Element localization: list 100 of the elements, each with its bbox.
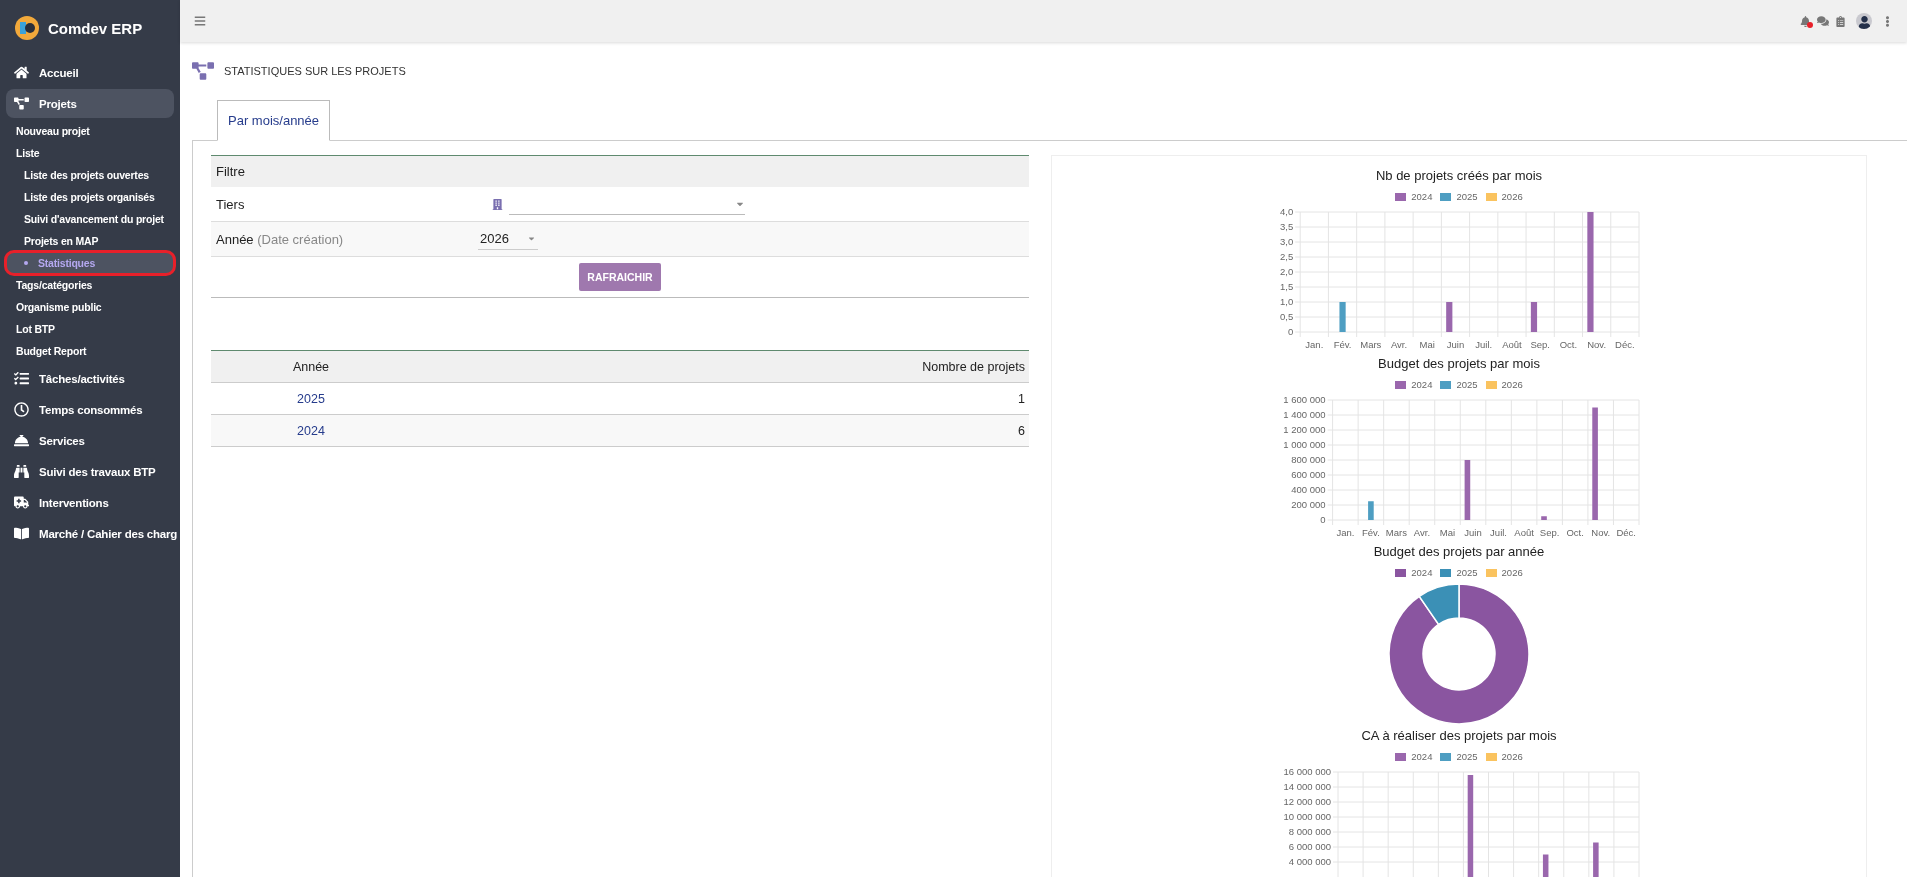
x-tick-label: Avr.: [1390, 339, 1407, 350]
sidebar-item[interactable]: Lot BTP: [6, 318, 174, 340]
y-tick-label: 3,5: [1279, 221, 1293, 232]
filter-header: Filtre: [211, 156, 1029, 187]
y-tick-label: 1,5: [1279, 281, 1293, 292]
year-select[interactable]: 2026: [478, 228, 538, 250]
y-tick-label: 1 200 000: [1282, 424, 1326, 435]
sidebar-item[interactable]: Liste: [6, 142, 174, 164]
bullet-icon: [24, 261, 28, 265]
sidebar-item[interactable]: Statistiques: [6, 252, 174, 274]
legend-label: 2025: [1456, 567, 1478, 578]
x-tick-label: Fév.: [1361, 527, 1380, 538]
menu-icon[interactable]: [194, 15, 206, 27]
legend-label: 2024: [1411, 567, 1433, 578]
legend-label: 2026: [1501, 191, 1523, 202]
sidebar-item[interactable]: Interventions: [6, 488, 174, 517]
x-tick-label: Août: [1513, 527, 1534, 538]
x-tick-label: Juin: [1446, 339, 1464, 350]
x-tick-label: Juil.: [1489, 527, 1507, 538]
sidebar-item[interactable]: Suivi d'avancement du projet: [6, 208, 174, 230]
x-tick-label: Mars: [1359, 339, 1381, 350]
bar: [1592, 842, 1599, 877]
year-link[interactable]: 2024: [297, 423, 325, 438]
y-tick-label: 1 400 000: [1282, 409, 1326, 420]
x-tick-label: Août: [1501, 339, 1522, 350]
clock-icon: [14, 402, 29, 417]
chart-title: Nb de projets créés par mois: [1375, 168, 1543, 183]
y-tick-label: 600 000: [1290, 469, 1326, 480]
y-tick-label: 6 000 000: [1288, 841, 1331, 852]
x-tick-label: Nov.: [1586, 339, 1606, 350]
legend-label: 2025: [1456, 191, 1478, 202]
legend-label: 2026: [1501, 751, 1523, 762]
checklist-icon: [14, 371, 29, 386]
x-tick-label: Oct.: [1559, 339, 1577, 350]
y-tick-label: 8 000 000: [1288, 826, 1331, 837]
open-book-icon: [14, 526, 29, 541]
y-tick-label: 0: [1287, 326, 1293, 337]
bar: [1464, 460, 1470, 520]
legend-label: 2024: [1411, 379, 1433, 390]
house-icon: [14, 65, 29, 80]
sidebar-item[interactable]: Accueil: [6, 58, 174, 87]
building-icon: [492, 198, 503, 210]
legend-label: 2025: [1456, 379, 1478, 390]
bar: [1338, 302, 1346, 332]
y-tick-label: 2,0: [1279, 266, 1293, 277]
x-tick-label: Déc.: [1615, 527, 1636, 538]
page-title: STATISTIQUES SUR LES PROJETS: [224, 65, 406, 77]
tab[interactable]: Par mois/année: [217, 100, 331, 141]
sidebar-item[interactable]: Liste des projets organisés: [6, 186, 174, 208]
y-tick-label: 0,5: [1279, 311, 1293, 322]
sidebar-item[interactable]: Suivi des travaux BTP: [6, 457, 174, 486]
sidebar-item[interactable]: Services: [6, 426, 174, 455]
y-tick-label: 3,0: [1279, 236, 1293, 247]
service-bell-icon: [14, 433, 29, 448]
sidebar-item[interactable]: Temps consommés: [6, 395, 174, 424]
notification-bell-icon[interactable]: [1800, 15, 1811, 27]
field-label: Tiers: [216, 196, 246, 212]
y-tick-label: 1 000 000: [1282, 439, 1326, 450]
column-header: Nombre de projets: [922, 359, 1025, 374]
sidebar-item[interactable]: Organisme public: [6, 296, 174, 318]
bar: [1540, 516, 1547, 520]
user-avatar[interactable]: [1856, 13, 1872, 29]
clipboard-icon[interactable]: [1835, 15, 1846, 27]
chart-title: Budget des projets par mois: [1378, 356, 1540, 371]
y-tick-label: 4,0: [1279, 206, 1293, 217]
chart-title: CA à réaliser des projets par mois: [1361, 728, 1557, 743]
sidebar-item[interactable]: Nouveau projet: [6, 120, 174, 142]
x-tick-label: Jan.: [1304, 339, 1323, 350]
bar: [1445, 302, 1452, 332]
y-tick-label: 400 000: [1290, 484, 1326, 495]
sidebar-item[interactable]: Tâches/activités: [6, 364, 174, 393]
table-cell: 6: [1018, 423, 1025, 438]
bar: [1542, 854, 1548, 877]
refresh-button[interactable]: RAFRAICHIR: [579, 263, 661, 291]
x-tick-label: Mars: [1385, 527, 1407, 538]
legend-label: 2024: [1411, 191, 1433, 202]
legend-label: 2026: [1501, 379, 1523, 390]
y-tick-label: 16 000 000: [1282, 766, 1331, 777]
x-tick-label: Déc.: [1614, 339, 1635, 350]
x-tick-label: Nov.: [1590, 527, 1610, 538]
y-tick-label: 14 000 000: [1282, 781, 1331, 792]
caret-icon: [527, 234, 536, 243]
x-tick-label: Sep.: [1539, 527, 1559, 538]
x-tick-label: Jan.: [1335, 527, 1354, 538]
y-tick-label: 0: [1319, 514, 1326, 525]
y-tick-label: 4 000 000: [1288, 856, 1331, 867]
brand-name: Comdev ERP: [48, 19, 143, 37]
y-tick-label: 1 600 000: [1282, 394, 1326, 405]
sidebar-item[interactable]: Budget Report: [6, 340, 174, 362]
x-tick-label: Fév.: [1333, 339, 1351, 350]
sidebar-item[interactable]: Liste des projets ouvertes: [6, 164, 174, 186]
x-tick-label: Mai: [1439, 527, 1455, 538]
legend-label: 2025: [1456, 751, 1478, 762]
sidebar-item[interactable]: Projets en MAP: [6, 230, 174, 252]
chart-title: Budget des projets par année: [1373, 544, 1545, 559]
sidebar-item[interactable]: Projets: [6, 89, 174, 118]
sidebar-item[interactable]: Tags/catégories: [6, 274, 174, 296]
column-header: Année: [292, 359, 330, 374]
year-link[interactable]: 2025: [297, 391, 325, 406]
chat-icon[interactable]: [1817, 15, 1829, 27]
